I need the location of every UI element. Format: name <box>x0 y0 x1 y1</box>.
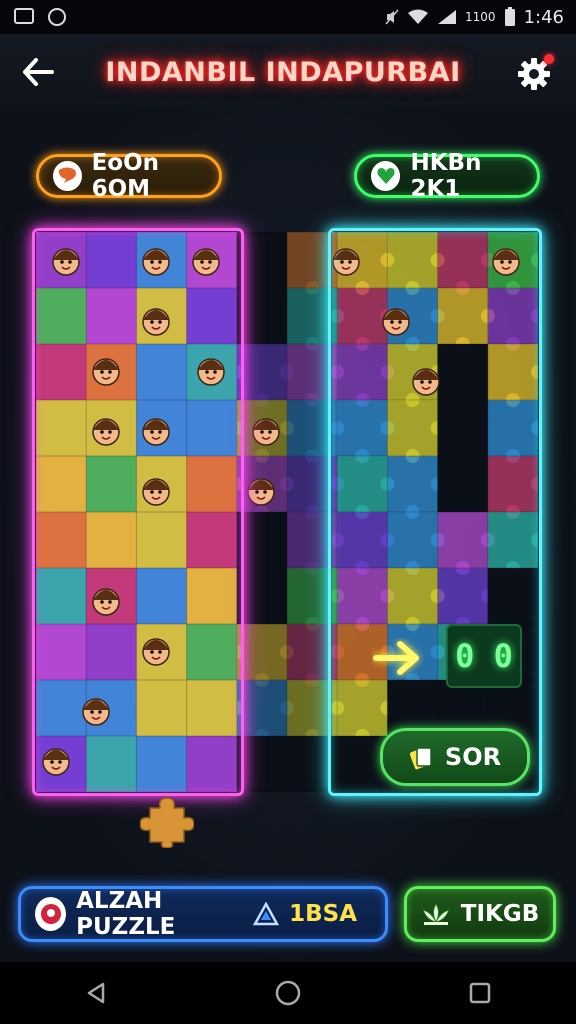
nav-back-button[interactable] <box>74 971 118 1015</box>
left-score-label: EoOn 6OM <box>91 150 160 202</box>
game-title: INDANBIL INDAPURBAI <box>105 56 461 88</box>
square-recents-icon <box>469 982 491 1004</box>
nav-recents-button[interactable] <box>458 971 502 1015</box>
triangle-back-icon <box>87 982 105 1004</box>
triangle-icon <box>253 902 280 926</box>
settings-button[interactable] <box>514 52 554 92</box>
right-board-frame <box>328 228 542 796</box>
board-divider <box>244 232 332 792</box>
mute-icon <box>385 9 399 25</box>
back-arrow-icon <box>23 58 54 86</box>
puzzle-mode-label: ALZAH PUZZLE <box>76 888 176 940</box>
tikgb-label: TIKGB <box>460 901 540 927</box>
nav-home-button[interactable] <box>266 971 310 1015</box>
left-board-frame <box>32 228 244 796</box>
puzzle-mode-right-label: 1BSA <box>289 901 357 927</box>
status-extra-text: 1100 <box>465 10 496 24</box>
nav-bar <box>0 962 576 1024</box>
camera-icon <box>48 8 66 26</box>
wifi-icon <box>408 9 429 24</box>
loose-puzzle-piece[interactable] <box>140 796 194 848</box>
battery-icon <box>504 7 515 26</box>
notification-dot <box>544 54 554 64</box>
cartoon-face <box>247 478 275 506</box>
status-bar: 1100 1:46 <box>0 0 576 34</box>
cards-icon <box>409 747 432 770</box>
sort-button[interactable]: SOR <box>380 728 530 786</box>
left-score-pill[interactable]: EoOn 6OM <box>36 150 222 202</box>
gallery-icon <box>14 8 34 24</box>
back-button[interactable] <box>18 52 58 92</box>
right-score-label: HKBn 2K1 <box>410 150 482 202</box>
cartoon-face <box>252 418 280 446</box>
signal-icon <box>438 10 457 24</box>
moves-counter: 0 0 <box>446 624 522 688</box>
location-pin-icon <box>35 897 67 931</box>
speech-bubble-icon <box>53 161 82 191</box>
circle-home-icon <box>275 980 301 1006</box>
sort-label: SOR <box>444 743 502 771</box>
status-time: 1:46 <box>523 6 564 28</box>
lotus-icon <box>421 903 450 925</box>
puzzle-mode-button[interactable]: ALZAH PUZZLE 1BSA <box>18 886 388 942</box>
header: INDANBIL INDAPURBAI <box>0 34 576 110</box>
heart-icon <box>371 161 401 191</box>
tikgb-button[interactable]: TIKGB <box>404 886 556 942</box>
arrow-right-icon <box>373 641 419 675</box>
right-score-pill[interactable]: HKBn 2K1 <box>354 150 540 202</box>
